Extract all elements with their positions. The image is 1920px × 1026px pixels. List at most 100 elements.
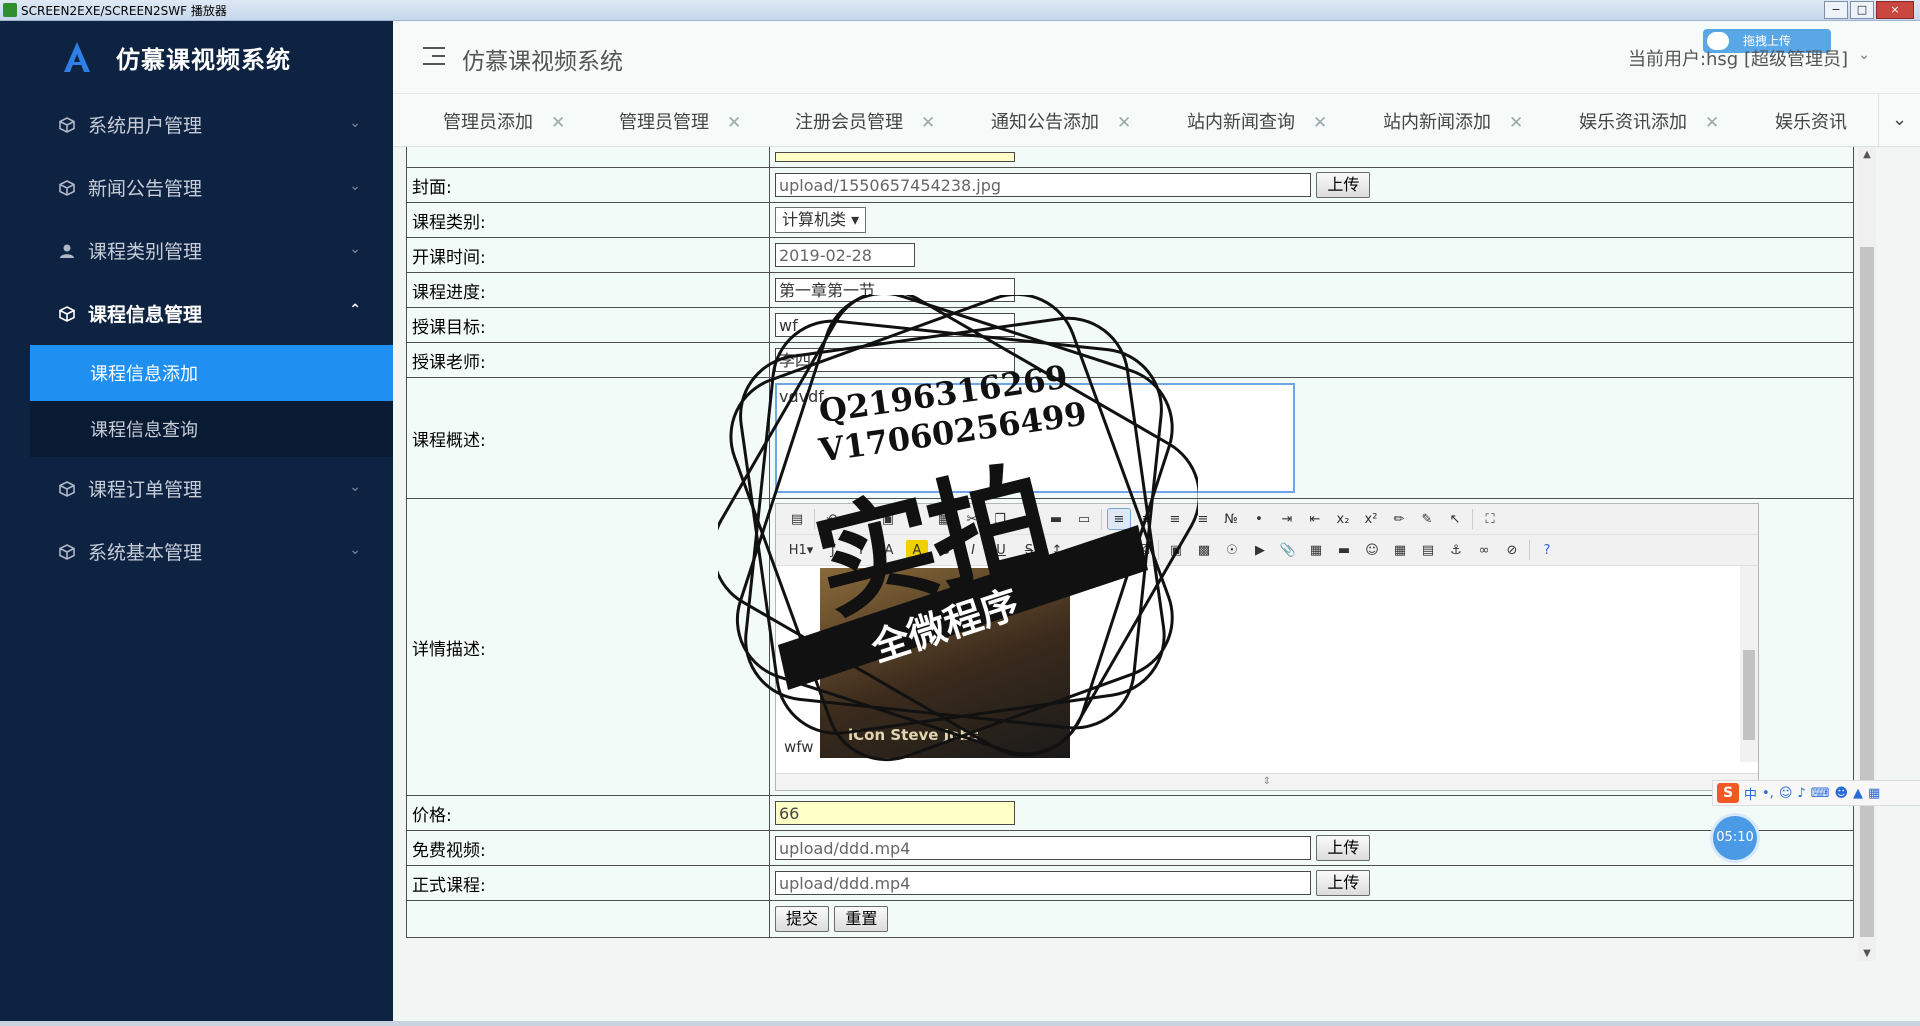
close-icon[interactable]: ✕ bbox=[1509, 113, 1523, 133]
sidebar-item-system-basic[interactable]: 系统基本管理 ⌄ bbox=[30, 520, 393, 583]
print-icon[interactable]: ⎙ bbox=[905, 509, 927, 529]
reset-button[interactable]: 重置 bbox=[834, 906, 889, 932]
media-icon[interactable]: ▶ bbox=[1249, 540, 1271, 560]
font-family-icon[interactable]: ƒ bbox=[822, 540, 844, 560]
close-icon[interactable]: ✕ bbox=[921, 113, 935, 133]
sidebar-item-course-info[interactable]: 课程信息管理 ⌃ bbox=[30, 282, 393, 345]
sidebar-item-news[interactable]: 新闻公告管理 ⌄ bbox=[30, 156, 393, 219]
free-video-upload-button[interactable]: 上传 bbox=[1316, 835, 1371, 861]
chevron-down-icon[interactable]: ⌄ bbox=[1878, 94, 1920, 146]
free-video-input[interactable]: upload/ddd.mp4 bbox=[775, 836, 1311, 860]
paste-text-icon[interactable]: ▬ bbox=[1045, 509, 1067, 529]
editor-scrollbar[interactable] bbox=[1740, 566, 1758, 762]
sogou-icon[interactable]: S bbox=[1717, 783, 1739, 803]
summary-textarea[interactable]: vdvdf bbox=[775, 383, 1295, 493]
template-icon[interactable]: ▦ bbox=[933, 509, 955, 529]
tab-admin-add[interactable]: 管理员添加 ✕ bbox=[443, 108, 565, 134]
tab-ent-add[interactable]: 娱乐资讯添加 ✕ bbox=[1579, 108, 1719, 134]
close-icon[interactable]: ✕ bbox=[1705, 113, 1719, 133]
cover-upload-button[interactable]: 上传 bbox=[1316, 172, 1371, 198]
redo-icon[interactable]: ↷ bbox=[849, 509, 871, 529]
select-all-icon[interactable]: ↖ bbox=[1444, 509, 1466, 529]
align-left-icon[interactable]: ≡ bbox=[1107, 508, 1131, 530]
punctuation-icon[interactable]: •, bbox=[1762, 786, 1774, 801]
chevron-down-icon[interactable]: ⌄ bbox=[1858, 47, 1870, 63]
tab-ent-more[interactable]: 娱乐资讯 bbox=[1775, 108, 1847, 134]
tab-admin-manage[interactable]: 管理员管理 ✕ bbox=[619, 108, 741, 134]
scroll-up-icon[interactable]: ▲ bbox=[1858, 149, 1876, 160]
paste-icon[interactable]: ▫ bbox=[1017, 509, 1039, 529]
scrollbar-thumb[interactable] bbox=[1743, 650, 1755, 740]
line-height-icon[interactable]: ↕ bbox=[1046, 540, 1068, 560]
anchor-icon[interactable]: ⚓ bbox=[1445, 540, 1467, 560]
teacher-input[interactable]: 李四 bbox=[775, 348, 1015, 372]
map-icon[interactable]: ▦ bbox=[1389, 540, 1411, 560]
subscript-icon[interactable]: x₂ bbox=[1332, 509, 1354, 529]
recording-timer[interactable]: 05:10 bbox=[1713, 816, 1757, 860]
progress-input[interactable]: 第一章第一节 bbox=[775, 278, 1015, 302]
formal-course-upload-button[interactable]: 上传 bbox=[1316, 870, 1371, 896]
align-right-icon[interactable]: ≡ bbox=[1164, 509, 1186, 529]
skin-icon[interactable]: ▲ bbox=[1853, 786, 1863, 801]
italic-icon[interactable]: I bbox=[962, 540, 984, 560]
menu-toggle-icon[interactable] bbox=[423, 47, 445, 71]
fullscreen-icon[interactable]: ⛶ bbox=[1479, 509, 1501, 529]
link-icon[interactable]: ∞ bbox=[1473, 540, 1495, 560]
start-time-input[interactable]: 2019-02-28 bbox=[775, 243, 915, 267]
justify-icon[interactable]: ≡ bbox=[1192, 509, 1214, 529]
editor-resize-handle[interactable]: ⇕ bbox=[776, 773, 1758, 790]
scrollbar-thumb[interactable] bbox=[1860, 247, 1874, 937]
sidebar-subitem-course-query[interactable]: 课程信息查询 bbox=[30, 401, 393, 457]
ordered-list-icon[interactable]: № bbox=[1220, 509, 1242, 529]
ime-mode[interactable]: 中 bbox=[1744, 784, 1757, 803]
clear-format-icon[interactable]: ✏ bbox=[1388, 509, 1410, 529]
table-icon[interactable]: ▦ bbox=[1305, 540, 1327, 560]
rich-text-editor[interactable]: ▤ ↶ ↷ ▣ ⎙ ▦ ✂ ❐ ▫ ▬ ▭ ≡ ≡ ≡ ≡ № • ⇥ ⇤ x₂… bbox=[775, 503, 1759, 791]
bold-icon[interactable]: B bbox=[934, 540, 956, 560]
price-input[interactable]: 66 bbox=[775, 801, 1015, 825]
insert-hr-icon[interactable]: ▬ bbox=[1333, 540, 1355, 560]
close-icon[interactable]: ✕ bbox=[1117, 113, 1131, 133]
highlight-icon[interactable]: A bbox=[906, 540, 928, 560]
tab-news-add[interactable]: 站内新闻添加 ✕ bbox=[1383, 108, 1523, 134]
close-button[interactable]: × bbox=[1876, 1, 1914, 19]
underline-icon[interactable]: U bbox=[990, 540, 1012, 560]
user-icon[interactable]: ☻ bbox=[1834, 786, 1848, 801]
emoticon-icon[interactable]: ☺ bbox=[1361, 540, 1383, 560]
maximize-button[interactable]: □ bbox=[1850, 1, 1874, 19]
outdent-icon[interactable]: ⇤ bbox=[1304, 509, 1326, 529]
format-painter-icon[interactable]: ✎ bbox=[1416, 509, 1438, 529]
superscript-icon[interactable]: x² bbox=[1360, 509, 1382, 529]
mic-icon[interactable]: ♪ bbox=[1797, 786, 1805, 801]
sidebar-subitem-course-add[interactable]: 课程信息添加 bbox=[30, 345, 393, 401]
category-select[interactable]: 计算机类 ▾ bbox=[775, 207, 867, 233]
tab-news-query[interactable]: 站内新闻查询 ✕ bbox=[1187, 108, 1327, 134]
sidebar-item-course-orders[interactable]: 课程订单管理 ⌄ bbox=[30, 457, 393, 520]
cut-icon[interactable]: ✂ bbox=[961, 509, 983, 529]
current-user[interactable]: 当前用户:hsg [超级管理员] bbox=[1628, 45, 1848, 71]
eraser-icon[interactable]: ⌫ bbox=[1130, 540, 1152, 560]
tab-notice-add[interactable]: 通知公告添加 ✕ bbox=[991, 108, 1131, 134]
spellcheck-icon[interactable]: ✓ bbox=[1074, 540, 1096, 560]
ime-toolbar[interactable]: S 中 •, ☺ ♪ ⌨ ☻ ▲ ▦ bbox=[1712, 780, 1920, 806]
multi-image-icon[interactable]: ▩ bbox=[1193, 540, 1215, 560]
font-size-icon[interactable]: T bbox=[850, 540, 872, 560]
page-scrollbar[interactable]: ▲ ▼ bbox=[1858, 147, 1876, 961]
scroll-down-icon[interactable]: ▼ bbox=[1858, 948, 1876, 959]
emoji-icon[interactable]: ☺ bbox=[1779, 786, 1793, 801]
font-color-icon[interactable]: A bbox=[878, 540, 900, 560]
align-center-icon[interactable]: ≡ bbox=[1136, 509, 1158, 529]
indent-icon[interactable]: ⇥ bbox=[1276, 509, 1298, 529]
unlink-icon[interactable]: ⊘ bbox=[1501, 540, 1523, 560]
undo-icon[interactable]: ↶ bbox=[821, 509, 843, 529]
minimize-button[interactable]: − bbox=[1824, 1, 1848, 19]
preview-icon[interactable]: ▣ bbox=[877, 509, 899, 529]
pagebreak-icon[interactable]: ▤ bbox=[1417, 540, 1439, 560]
formal-course-input[interactable]: upload/ddd.mp4 bbox=[775, 871, 1311, 895]
sidebar-item-system-users[interactable]: 系统用户管理 ⌄ bbox=[30, 93, 393, 156]
help-icon[interactable]: ? bbox=[1536, 540, 1558, 560]
paste-word-icon[interactable]: ▭ bbox=[1073, 509, 1095, 529]
tab-member-manage[interactable]: 注册会员管理 ✕ bbox=[795, 108, 935, 134]
close-icon[interactable]: ✕ bbox=[1313, 113, 1327, 133]
strikethrough-icon[interactable]: S bbox=[1018, 540, 1040, 560]
